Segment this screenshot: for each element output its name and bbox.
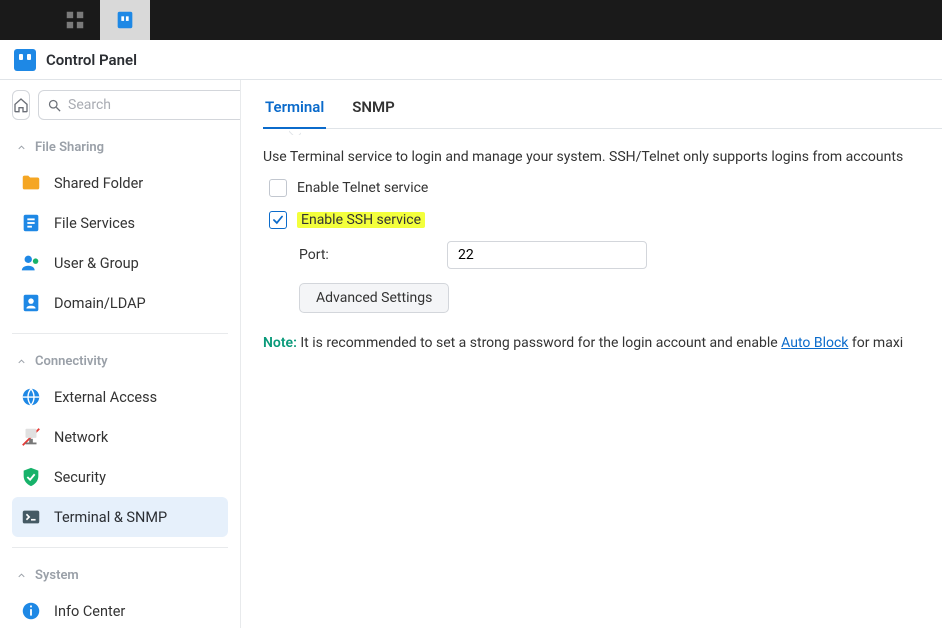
advanced-settings-button[interactable]: Advanced Settings <box>299 283 449 313</box>
tab-snmp[interactable]: SNMP <box>350 88 397 128</box>
sidebar-item-label: File Services <box>54 215 135 232</box>
taskbar-app-control-panel[interactable] <box>100 0 150 40</box>
sidebar-item-info-center[interactable]: Info Center <box>12 591 228 628</box>
sidebar-item-label: Network <box>54 429 108 446</box>
shield-icon <box>20 466 42 488</box>
tabs: Terminal SNMP <box>263 88 942 129</box>
section-system-label: System <box>35 568 79 583</box>
tab-terminal-label: Terminal <box>265 98 324 116</box>
section-file-sharing-label: File Sharing <box>35 140 104 155</box>
section-system[interactable]: System <box>12 558 228 591</box>
external-access-icon <box>20 386 42 408</box>
taskbar-app-launcher[interactable] <box>50 0 100 40</box>
sidebar-item-label: User & Group <box>54 255 139 272</box>
section-connectivity[interactable]: Connectivity <box>12 344 228 377</box>
ssh-checkbox[interactable] <box>269 211 287 229</box>
port-label: Port: <box>299 247 429 263</box>
note-text: Note: It is recommended to set a strong … <box>263 335 942 351</box>
sidebar-item-terminal-snmp[interactable]: Terminal & SNMP <box>12 497 228 537</box>
sidebar-item-domain-ldap[interactable]: Domain/LDAP <box>12 283 228 323</box>
section-connectivity-label: Connectivity <box>35 354 108 369</box>
search-box[interactable] <box>38 90 241 120</box>
sidebar-item-security[interactable]: Security <box>12 457 228 497</box>
main: File Sharing Shared Folder File Services… <box>0 80 942 628</box>
search-input[interactable] <box>68 97 241 113</box>
info-icon <box>20 600 42 622</box>
ssh-label: Enable SSH service <box>297 212 425 228</box>
content: Terminal SNMP Use Terminal service to lo… <box>241 80 942 628</box>
tab-terminal[interactable]: Terminal <box>263 88 326 128</box>
sidebar-item-network[interactable]: Network <box>12 417 228 457</box>
divider <box>12 333 228 334</box>
chevron-up-icon <box>16 142 27 153</box>
file-services-icon <box>20 212 42 234</box>
sidebar-item-label: External Access <box>54 389 157 406</box>
sidebar-item-label: Shared Folder <box>54 175 143 192</box>
auto-block-link[interactable]: Auto Block <box>781 335 848 351</box>
divider <box>12 547 228 548</box>
sidebar-item-label: Info Center <box>54 603 125 620</box>
domain-ldap-icon <box>20 292 42 314</box>
telnet-label: Enable Telnet service <box>297 180 428 196</box>
telnet-checkbox[interactable] <box>269 179 287 197</box>
intro-text: Use Terminal service to login and manage… <box>263 149 942 165</box>
home-button[interactable] <box>12 90 30 120</box>
folder-icon <box>20 172 42 194</box>
sidebar-item-shared-folder[interactable]: Shared Folder <box>12 163 228 203</box>
note-prefix: Note: <box>263 335 297 351</box>
terminal-pane: Use Terminal service to login and manage… <box>263 129 942 351</box>
control-panel-icon <box>14 49 36 71</box>
port-input[interactable] <box>447 241 647 269</box>
note-tail: for maxi <box>848 335 903 351</box>
window-title: Control Panel <box>46 51 137 69</box>
chevron-up-icon <box>16 570 27 581</box>
note-body: It is recommended to set a strong passwo… <box>297 335 781 351</box>
window-titlebar: Control Panel <box>0 40 942 80</box>
network-icon <box>20 426 42 448</box>
taskbar <box>0 0 942 40</box>
search-icon <box>47 98 62 113</box>
sidebar-item-label: Terminal & SNMP <box>54 509 167 526</box>
tab-snmp-label: SNMP <box>352 98 395 116</box>
sidebar-item-user-group[interactable]: User & Group <box>12 243 228 283</box>
chevron-up-icon <box>16 356 27 367</box>
user-group-icon <box>20 252 42 274</box>
sidebar-item-label: Domain/LDAP <box>54 295 146 312</box>
sidebar: File Sharing Shared Folder File Services… <box>0 80 241 628</box>
terminal-icon <box>20 506 42 528</box>
sidebar-item-label: Security <box>54 469 106 486</box>
section-file-sharing[interactable]: File Sharing <box>12 130 228 163</box>
home-icon <box>13 97 29 113</box>
sidebar-item-file-services[interactable]: File Services <box>12 203 228 243</box>
sidebar-item-external-access[interactable]: External Access <box>12 377 228 417</box>
